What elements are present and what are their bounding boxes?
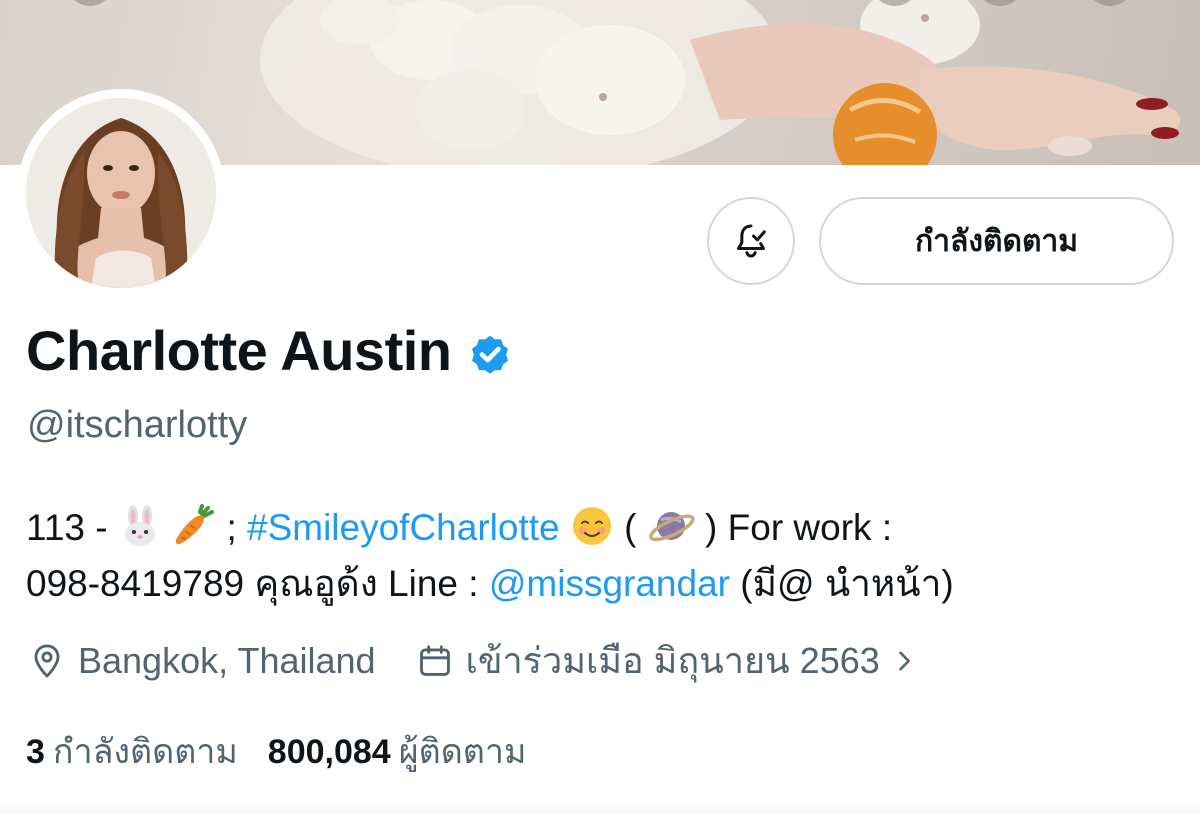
bio-line2-prefix: 098-8419789 คุณอูด้ง Line :	[26, 563, 489, 604]
following-count: 3	[26, 733, 45, 771]
name-row: Charlotte Austin	[26, 318, 513, 383]
bio-paren-open: (	[624, 507, 637, 548]
join-date[interactable]: เข้าร่วมเมือ มิถุนายน 2563	[416, 632, 918, 689]
verified-badge-icon[interactable]	[467, 331, 513, 377]
mention-link[interactable]: @missgrandar	[489, 563, 730, 604]
bio-separator: ;	[226, 507, 247, 548]
bio-paren-close: ) For work :	[705, 507, 893, 548]
profile-meta: Bangkok, Thailand เข้าร่วมเมือ มิถุนายน …	[28, 632, 918, 689]
following-label: กำลังติดตาม	[52, 733, 238, 771]
display-name: Charlotte Austin	[26, 319, 452, 382]
avatar-image	[26, 98, 216, 288]
followers-stat[interactable]: 800,084 ผู้ติดตาม	[268, 724, 527, 778]
follow-stats: 3 กำลังติดตาม 800,084 ผู้ติดตาม	[26, 724, 526, 778]
followers-count: 800,084	[267, 733, 391, 771]
calendar-icon	[416, 642, 454, 680]
location-text: Bangkok, Thailand	[78, 639, 376, 681]
avatar-ring[interactable]	[17, 89, 225, 297]
join-date-text: เข้าร่วมเมือ มิถุนายน 2563	[465, 640, 880, 681]
notifications-button[interactable]	[707, 197, 795, 285]
ringed-planet-icon	[648, 512, 695, 542]
carrot-icon	[175, 504, 215, 545]
bell-check-icon	[737, 224, 766, 258]
bio-prefix: 113 -	[26, 507, 118, 548]
avatar[interactable]	[26, 98, 216, 288]
followers-label: ผู้ติดตาม	[398, 733, 527, 771]
chevron-right-icon	[890, 646, 918, 676]
bottom-edge	[0, 801, 1200, 813]
rabbit-face-icon	[124, 505, 155, 546]
smiling-face-icon	[572, 507, 611, 545]
following-button[interactable]: กำลังติดตาม	[819, 197, 1174, 285]
bio: 113 - ; #SmileyofCharlotte ( ) For work …	[26, 500, 1176, 612]
handle: @itscharlotty	[27, 404, 248, 446]
following-stat[interactable]: 3 กำลังติดตาม	[26, 724, 238, 778]
hashtag-link[interactable]: #SmileyofCharlotte	[247, 507, 560, 548]
location-pin-icon	[28, 642, 66, 680]
bio-line2-suffix: (มี@ นำหน้า)	[729, 563, 954, 604]
location: Bangkok, Thailand	[28, 640, 376, 682]
